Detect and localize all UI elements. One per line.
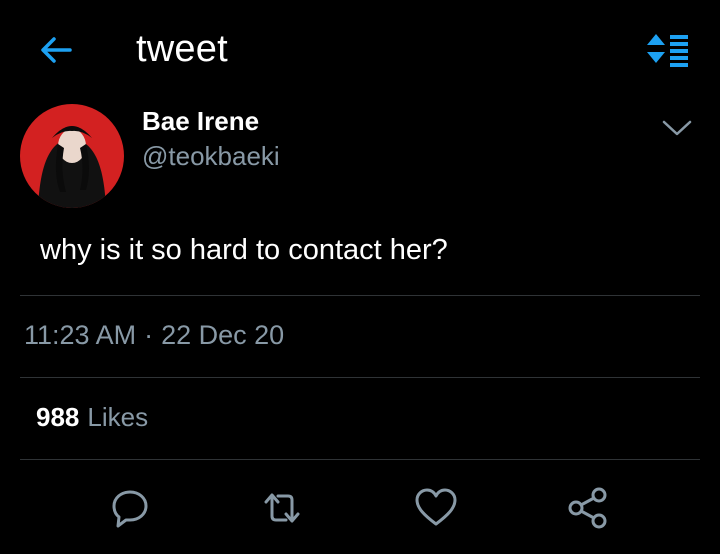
share-icon [568, 487, 607, 529]
divider [20, 295, 700, 296]
back-arrow-icon [41, 37, 72, 63]
share-button[interactable] [564, 486, 612, 530]
sort-icon [647, 34, 688, 67]
like-icon [415, 488, 457, 526]
author-display-name[interactable]: Bae Irene [142, 106, 259, 137]
likes-stat[interactable]: 988 Likes [36, 402, 148, 433]
divider [20, 377, 700, 378]
tweet-timestamp: 11:23 AM · 22 Dec 20 [24, 320, 284, 351]
chevron-down-icon [662, 120, 692, 136]
divider [20, 459, 700, 460]
app-header: tweet [0, 0, 720, 100]
tweet-time: 11:23 AM [24, 320, 137, 350]
likes-label: Likes [87, 402, 149, 432]
reply-button[interactable] [106, 486, 154, 530]
tweet-text: why is it so hard to contact her? [40, 234, 448, 266]
timestamp-separator: · [144, 320, 154, 350]
retweet-icon [264, 493, 300, 523]
sort-button[interactable] [644, 30, 690, 70]
author-handle[interactable]: @teokbaeki [142, 141, 280, 172]
more-options-button[interactable] [660, 116, 694, 140]
page-title: tweet [136, 28, 228, 70]
likes-count: 988 [36, 402, 80, 432]
back-button[interactable] [36, 30, 76, 70]
avatar[interactable] [20, 104, 124, 208]
reply-icon [112, 490, 148, 528]
like-button[interactable] [412, 486, 460, 530]
tweet-date: 22 Dec 20 [161, 320, 285, 350]
retweet-button[interactable] [258, 486, 306, 530]
